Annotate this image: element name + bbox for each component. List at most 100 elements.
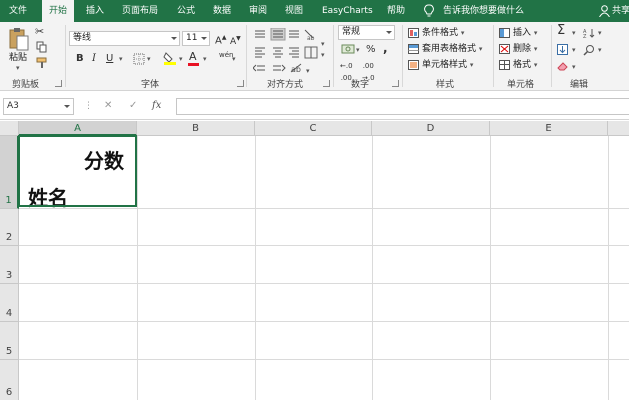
fill-color-icon[interactable] xyxy=(163,51,177,65)
cancel-icon[interactable]: ✕ xyxy=(104,100,112,112)
accounting-format-icon[interactable] xyxy=(341,44,355,55)
shrink-font-icon[interactable]: A▼ xyxy=(230,33,241,48)
grow-font-icon[interactable]: A▲ xyxy=(215,32,226,47)
row-header-4[interactable]: 4 xyxy=(0,284,19,322)
conditional-format-button[interactable]: 条件格式 ▾ xyxy=(422,26,464,40)
enter-icon[interactable]: ✓ xyxy=(129,100,137,112)
clear-dropdown-icon[interactable]: ▾ xyxy=(572,63,576,71)
format-as-table-button[interactable]: 套用表格格式 ▾ xyxy=(422,42,482,56)
fill-color-dropdown-icon[interactable]: ▾ xyxy=(179,55,183,63)
number-launcher-icon[interactable] xyxy=(392,80,399,87)
format-cells-button[interactable]: 格式 ▾ xyxy=(513,58,537,72)
column-header-b[interactable]: B xyxy=(137,121,255,136)
editing-label: 编辑 xyxy=(570,80,589,90)
name-box[interactable]: A3 xyxy=(3,98,74,115)
paste-button[interactable]: 粘贴 xyxy=(9,51,27,65)
sort-filter-icon[interactable]: AZ xyxy=(583,28,597,38)
font-color-swatch xyxy=(188,63,199,66)
comma-button[interactable]: , xyxy=(383,42,388,54)
alignment-label: 对齐方式 xyxy=(267,80,304,90)
column-header-f-partial[interactable] xyxy=(608,121,629,136)
gridline xyxy=(19,283,629,284)
column-header-e[interactable]: E xyxy=(490,121,608,136)
font-name-select[interactable]: 等线 xyxy=(69,31,180,46)
font-color-dropdown-icon[interactable]: ▾ xyxy=(203,55,207,63)
clipboard-launcher-icon[interactable] xyxy=(55,80,62,87)
autosum-dropdown-icon[interactable]: ▾ xyxy=(572,29,576,37)
phonetic-dropdown-icon[interactable]: ▾ xyxy=(232,55,236,63)
chevron-down-icon xyxy=(171,37,177,40)
column-header-c[interactable]: C xyxy=(255,121,372,136)
borders-dropdown-icon[interactable]: ▾ xyxy=(147,55,151,63)
chevron-down-icon: ▾ xyxy=(478,45,483,53)
insert-function-icon[interactable]: fx xyxy=(152,100,161,112)
find-dropdown-icon[interactable]: ▾ xyxy=(598,46,602,54)
tab-insert[interactable]: 插入 xyxy=(86,0,104,22)
clear-icon[interactable] xyxy=(557,61,569,71)
wrap-dropdown-icon[interactable]: ▾ xyxy=(321,40,325,48)
paste-dropdown-icon[interactable]: ▾ xyxy=(16,64,20,72)
chevron-down-icon xyxy=(64,105,70,108)
font-launcher-icon[interactable] xyxy=(237,80,244,87)
insert-cells-button[interactable]: 插入 ▾ xyxy=(513,26,537,40)
tab-page-layout[interactable]: 页面布局 xyxy=(122,0,158,22)
row-header-5[interactable]: 5 xyxy=(0,322,19,360)
cells-label: 单元格 xyxy=(507,80,535,90)
row-number: 4 xyxy=(5,308,13,319)
insert-cells-label: 插入 xyxy=(513,28,532,38)
conditional-format-label: 条件格式 xyxy=(422,28,459,38)
copy-icon[interactable] xyxy=(36,41,47,53)
format-cells-label: 格式 xyxy=(513,60,532,70)
row-header-2[interactable]: 2 xyxy=(0,209,19,246)
paste-icon[interactable] xyxy=(8,26,30,52)
chevron-down-icon: ▾ xyxy=(533,29,538,37)
fill-down-icon[interactable] xyxy=(557,44,568,55)
formula-bar-grip-icon[interactable]: ⋮ xyxy=(84,101,93,111)
tab-formulas[interactable]: 公式 xyxy=(177,0,195,22)
orientation-dropdown-icon[interactable]: ▾ xyxy=(306,67,310,75)
cell-styles-button[interactable]: 单元格样式 ▾ xyxy=(422,58,473,72)
align-icons: ab ab xyxy=(253,28,318,74)
tab-home[interactable]: 开始 xyxy=(42,0,74,22)
font-size-select[interactable]: 11 xyxy=(182,31,210,46)
sort-dropdown-icon[interactable]: ▾ xyxy=(598,29,602,37)
underline-dropdown-icon[interactable]: ▾ xyxy=(119,55,123,63)
column-header-d[interactable]: D xyxy=(372,121,490,136)
tell-me-search[interactable]: 告诉我你想要做什么 xyxy=(443,0,524,22)
column-header-a[interactable]: A xyxy=(19,121,137,136)
number-format-select[interactable]: 常规 xyxy=(338,25,395,40)
tab-data[interactable]: 数据 xyxy=(213,0,231,22)
formula-input[interactable] xyxy=(176,98,629,115)
tab-view[interactable]: 视图 xyxy=(285,0,303,22)
row-number: 5 xyxy=(5,346,13,357)
cut-icon[interactable]: ✂ xyxy=(35,26,44,38)
accounting-dropdown-icon[interactable]: ▾ xyxy=(356,46,360,54)
grow-font-glyph: A xyxy=(215,35,222,47)
autosum-icon[interactable]: Σ xyxy=(557,24,565,37)
percent-button[interactable]: % xyxy=(366,44,376,56)
delete-cells-button[interactable]: 删除 ▾ xyxy=(513,42,537,56)
tab-review[interactable]: 审阅 xyxy=(249,0,267,22)
format-painter-icon[interactable] xyxy=(36,57,48,69)
tab-easycharts[interactable]: EasyCharts xyxy=(322,0,373,22)
borders-icon[interactable] xyxy=(133,53,145,65)
number-format-value: 常规 xyxy=(342,27,361,37)
font-color-icon[interactable]: A xyxy=(189,51,197,63)
row-header-6[interactable]: 6 xyxy=(0,360,19,400)
share-button[interactable]: 共享 xyxy=(612,0,629,22)
cell-styles-icon xyxy=(408,60,419,70)
italic-button[interactable]: I xyxy=(92,53,96,65)
find-select-icon[interactable] xyxy=(583,44,595,56)
row-header-3[interactable]: 3 xyxy=(0,246,19,284)
row-header-1[interactable]: 1 xyxy=(0,136,19,209)
tab-file[interactable]: 文件 xyxy=(9,0,27,22)
fill-dropdown-icon[interactable]: ▾ xyxy=(572,46,576,54)
bold-button[interactable]: B xyxy=(76,53,84,65)
active-cell-selection[interactable] xyxy=(18,135,137,207)
merge-dropdown-icon[interactable]: ▾ xyxy=(321,51,325,59)
tab-help[interactable]: 帮助 xyxy=(387,0,405,22)
underline-button[interactable]: U xyxy=(106,53,113,65)
alignment-launcher-icon[interactable] xyxy=(323,80,330,87)
gridline xyxy=(608,136,609,400)
select-all-button[interactable] xyxy=(0,121,19,136)
